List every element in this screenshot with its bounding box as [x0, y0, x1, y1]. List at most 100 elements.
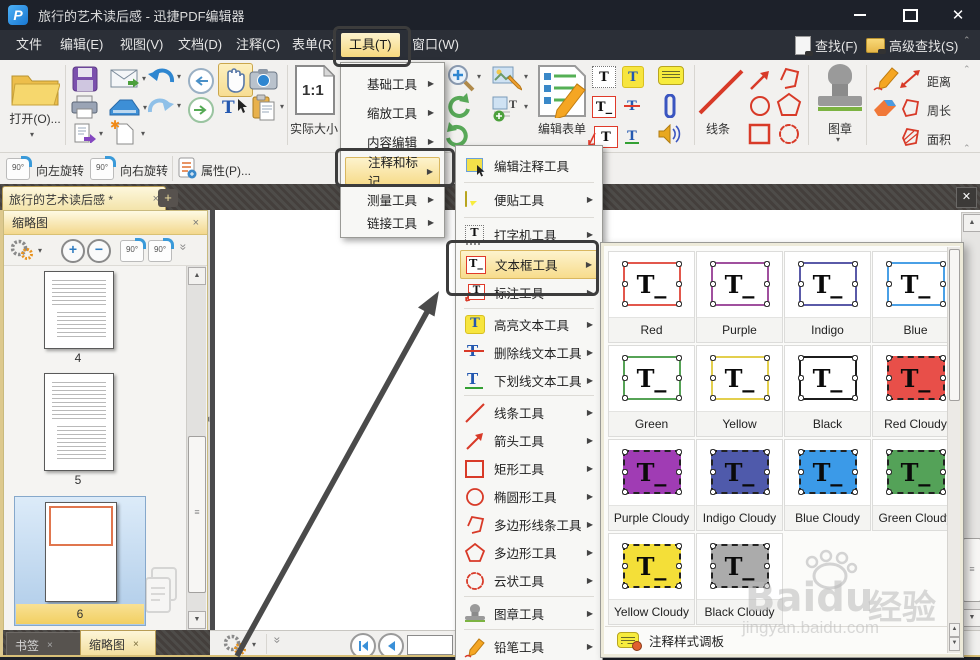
snapshot-button[interactable]	[249, 68, 278, 95]
doc-scroll-up-button[interactable]: ▲	[963, 214, 980, 232]
email-button[interactable]	[110, 69, 140, 94]
link-button[interactable]	[660, 93, 680, 123]
maximize-button[interactable]	[888, 0, 932, 30]
panel-more-chevrons-icon[interactable]: »	[176, 244, 190, 251]
thumbnails-tab-close-icon[interactable]: ×	[133, 639, 139, 650]
hand-tool-button[interactable]	[218, 63, 253, 97]
submenu-item-line[interactable]: 线条工具 ▶	[460, 399, 598, 426]
arrow-tool-button[interactable]	[748, 68, 772, 97]
email-caret-icon[interactable]: ▾	[142, 74, 146, 83]
submenu-item-ellipse[interactable]: 椭圆形工具 ▶	[460, 483, 598, 510]
submenu-item-underline-text[interactable]: T 下划线文本工具 ▶	[460, 367, 598, 394]
polygon-tool-button[interactable]	[776, 92, 802, 123]
paste-button[interactable]	[252, 94, 276, 126]
open-button[interactable]	[10, 66, 61, 113]
panel-options-caret-icon[interactable]: ▾	[38, 246, 42, 255]
bookmarks-tab-close-icon[interactable]: ×	[47, 640, 53, 651]
style-card-yellow-cloudy[interactable]: T_ Yellow Cloudy	[608, 533, 695, 625]
eraser-tool-button[interactable]	[872, 96, 898, 123]
advanced-find-button[interactable]: 高级查找(S)	[866, 33, 958, 57]
style-panel-scrollbar[interactable]: ▲ ▼	[947, 247, 960, 653]
new-caret-icon[interactable]: ▾	[141, 129, 145, 138]
panel-options-gear-icon[interactable]	[9, 239, 35, 261]
thumbnail-page-6-selected[interactable]: 6	[14, 496, 146, 626]
new-doc-button[interactable]: ✱	[110, 118, 136, 150]
pencil-tool-button[interactable]	[872, 64, 900, 97]
submenu-item-edit-annotation[interactable]: 编辑注释工具	[460, 152, 598, 179]
menubar-collapse-icon[interactable]: ⌃	[963, 35, 971, 46]
thumbnail-page-6[interactable]	[45, 502, 117, 602]
style-scroll-down-button[interactable]: ▼	[949, 637, 960, 651]
style-card-blue-cloudy[interactable]: T_ Blue Cloudy	[784, 439, 871, 531]
style-card-black-cloudy[interactable]: T_ Black Cloudy	[696, 533, 783, 625]
edit-object-button[interactable]	[492, 66, 524, 97]
submenu-item-pencil[interactable]: 铅笔工具 ▶	[460, 633, 598, 660]
stamp-button[interactable]	[818, 64, 862, 116]
submenu-item-polygon[interactable]: 多边形工具 ▶	[460, 539, 598, 566]
menu-comment[interactable]: 注释(C)	[228, 33, 288, 57]
thumb-zoom-in-button[interactable]: +	[61, 239, 85, 263]
style-scroll-handle[interactable]	[949, 249, 960, 401]
tab-thumbnails[interactable]: 缩略图 ×	[80, 630, 156, 658]
select-text-button[interactable]: T	[222, 98, 249, 118]
save-button[interactable]	[72, 66, 98, 97]
redo-caret-icon[interactable]: ▾	[177, 101, 181, 110]
submenu-item-stamp[interactable]: 图章工具 ▶	[460, 600, 598, 627]
menu-view[interactable]: 视图(V)	[112, 33, 171, 57]
strikeout-text-button[interactable]: T	[622, 96, 642, 116]
properties-button[interactable]	[178, 157, 198, 184]
open-caret-icon[interactable]: ▾	[30, 130, 34, 139]
thumb-zoom-out-button[interactable]: −	[87, 239, 111, 263]
thumbnail-page-5[interactable]	[44, 373, 114, 471]
underline-text-button[interactable]: T	[622, 126, 642, 146]
style-card-black[interactable]: T_ Black	[784, 345, 871, 437]
thumb-scroll-down-button[interactable]: ▼	[188, 611, 206, 629]
menu-file[interactable]: 文件	[8, 33, 50, 57]
submenu-item-sticky-note[interactable]: 便贴工具 ▶	[460, 186, 598, 213]
style-card-red[interactable]: T_ Red	[608, 251, 695, 343]
style-card-red-cloudy[interactable]: T_ Red Cloudy	[872, 345, 959, 437]
minimize-button[interactable]	[838, 0, 882, 30]
rotate-right-icon[interactable]: 90°	[90, 156, 116, 180]
sticky-note-button[interactable]	[658, 66, 684, 85]
stamp-caret-icon[interactable]: ▾	[836, 135, 840, 144]
doc-scroll-down-button[interactable]: ▼	[963, 609, 980, 627]
toolbar-collapse-icon[interactable]: ⌃	[963, 64, 971, 75]
thumbnail-scrollbar[interactable]: ▲ ≡ ▼	[186, 266, 206, 630]
tabbar-close-button[interactable]: ✕	[956, 187, 977, 208]
add-object-button[interactable]: T	[492, 96, 522, 127]
doc-scroll-handle[interactable]: ≡	[963, 538, 980, 602]
style-scroll-up-button[interactable]: ▲	[949, 623, 960, 637]
thumb-scroll-handle[interactable]: ≡	[188, 436, 206, 593]
rotate-left-button[interactable]: 向左旋转	[32, 162, 88, 179]
thumb-scroll-up-button[interactable]: ▲	[188, 267, 206, 285]
style-card-yellow[interactable]: T_ Yellow	[696, 345, 783, 437]
redo-button[interactable]	[147, 96, 175, 125]
rotate-right-button[interactable]: 向右旋转	[116, 162, 172, 179]
textbox-tool-button[interactable]: T_	[592, 96, 616, 118]
thumb-rotate-left-button[interactable]: 90°	[120, 238, 146, 262]
menu-edit[interactable]: 编辑(E)	[52, 33, 111, 57]
print-button[interactable]	[71, 95, 98, 124]
style-card-indigo[interactable]: T_ Indigo	[784, 251, 871, 343]
actual-size-button[interactable]: 1:1	[294, 64, 336, 121]
annotation-style-palette-item[interactable]: 注释样式调板	[605, 626, 949, 653]
edit-object-caret-icon[interactable]: ▾	[524, 72, 528, 81]
area-tool-button[interactable]	[898, 126, 922, 153]
distance-tool-button[interactable]	[898, 68, 922, 95]
close-button[interactable]: ✕	[936, 0, 980, 30]
export-caret-icon[interactable]: ▾	[99, 129, 103, 138]
ellipse-tool-button[interactable]	[748, 94, 772, 123]
menu-item-zoom-tools[interactable]: 缩放工具 ▶	[345, 99, 440, 125]
thumb-rotate-right-button[interactable]: 90°	[148, 238, 174, 262]
typewriter-tool-button[interactable]: T	[592, 66, 616, 88]
style-card-green-cloudy[interactable]: T_ Green Cloudy	[872, 439, 959, 531]
cloud-tool-button[interactable]	[776, 122, 802, 151]
document-tab[interactable]: 旅行的艺术读后感 * ×	[2, 186, 166, 211]
submenu-item-rectangle[interactable]: 矩形工具 ▶	[460, 455, 598, 482]
menu-item-link-tools[interactable]: 链接工具 ▶	[345, 209, 440, 235]
rectangle-tool-button[interactable]	[748, 122, 772, 151]
style-card-purple-cloudy[interactable]: T_ Purple Cloudy	[608, 439, 695, 531]
style-card-purple[interactable]: T_ Purple	[696, 251, 783, 343]
style-card-green[interactable]: T_ Green	[608, 345, 695, 437]
